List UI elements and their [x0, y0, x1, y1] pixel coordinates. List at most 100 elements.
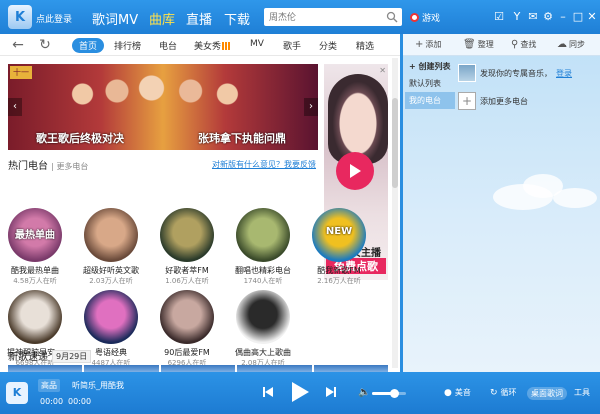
ad-close-icon[interactable]: ✕ [379, 66, 386, 75]
more-stations-link[interactable]: 更多电台 [56, 162, 88, 171]
station-item[interactable]: 偶曲高大上歌曲 2.08万人在听 [228, 290, 298, 368]
station-name: 酷我新歌FM [317, 266, 361, 275]
subtab-beauty-label: 美女秀 [194, 42, 222, 52]
station-item[interactable]: NEW 酷我新歌FM 2.16万人在听 [304, 208, 374, 286]
station-listeners: 4.58万人在听 [13, 277, 57, 285]
tools-button[interactable]: 工具 [574, 387, 590, 398]
add-station-row[interactable]: + 添加更多电台 [458, 92, 528, 110]
refresh-icon[interactable]: ↻ [37, 37, 53, 53]
create-list-button[interactable]: + 创建列表 [405, 58, 455, 75]
volume-slider[interactable] [372, 389, 406, 398]
library-subnav: ← ↻ 首页 排行榜 电台 美女秀 MV 歌手 分类 精选 [0, 34, 400, 56]
gear-icon[interactable]: ⚙ [541, 10, 555, 24]
list-item-my-radio[interactable]: 我的电台 [405, 92, 455, 109]
banner-caption-left: 歌王歌后终极对决 [36, 132, 124, 145]
feedback-link[interactable]: 对新版有什么意见？我要反馈 [212, 159, 316, 170]
volume-icon[interactable]: 🔈 [358, 387, 370, 398]
maximize-icon[interactable]: □ [571, 10, 585, 24]
station-cover [236, 290, 290, 344]
station-item[interactable]: 超级好听英文歌 2.03万人在听 [76, 208, 146, 286]
station-item[interactable]: 好歌者萃FM 1.06万人在听 [152, 208, 222, 286]
sync-button[interactable]: ☁ 同步 [557, 39, 585, 50]
ad-play-button[interactable] [336, 152, 374, 190]
new-songs-date: 9月29日 [52, 350, 92, 363]
station-item[interactable]: 最热单曲 酷我最热单曲 4.58万人在听 [0, 208, 70, 286]
playlist-toolbar: + 添加 🗑 整理 ⚲ 查找 ☁ 同步 [403, 34, 600, 56]
close-icon[interactable]: ✕ [585, 10, 599, 24]
station-cover [236, 208, 290, 262]
ad-portrait [328, 74, 388, 164]
quality-selector[interactable]: 高品 [38, 379, 60, 392]
station-cover [84, 208, 138, 262]
banner-next-icon[interactable]: › [304, 98, 318, 116]
tab-download[interactable]: 下载 [224, 9, 250, 28]
prev-button[interactable] [262, 386, 274, 401]
skin-shirt-icon[interactable]: ☑ [492, 10, 506, 24]
game-link[interactable]: 游戏 [410, 11, 440, 24]
search-icon[interactable] [386, 11, 398, 23]
play-button[interactable] [290, 381, 310, 406]
effect-dot-icon: ● [444, 387, 452, 398]
station-item[interactable]: 90后最爱FM 6296人在听 [152, 290, 222, 368]
game-label: 游戏 [422, 14, 441, 24]
tab-library[interactable]: 曲库 [149, 9, 175, 28]
tab-live[interactable]: 直播 [186, 9, 212, 28]
organize-label: 整理 [477, 40, 494, 49]
station-cover [160, 208, 214, 262]
login-link[interactable]: 登录 [556, 68, 572, 79]
list-item-default[interactable]: 默认列表 [405, 75, 455, 92]
station-cover [8, 290, 62, 344]
station-name: 偶曲高大上歌曲 [235, 348, 291, 357]
login-link[interactable]: 点此登录 [36, 12, 72, 25]
new-song-cover[interactable] [84, 365, 159, 372]
find-label: 查找 [520, 40, 537, 49]
subtab-singers[interactable]: 歌手 [283, 39, 301, 52]
subtab-radio[interactable]: 电台 [159, 39, 177, 52]
station-name: 酷我最热单曲 [11, 266, 59, 275]
playlist-list: + 创建列表 默认列表 我的电台 [405, 58, 455, 109]
game-icon [410, 13, 419, 22]
station-listeners: 1740人在听 [243, 277, 283, 285]
search-input[interactable] [264, 8, 402, 26]
subtab-categories[interactable]: 分类 [319, 39, 337, 52]
volume-knob[interactable] [390, 389, 400, 398]
subtab-featured[interactable]: 精选 [356, 39, 374, 52]
sync-label: 同步 [569, 40, 585, 49]
add-button[interactable]: + 添加 [415, 39, 441, 50]
station-cover-label: NEW [325, 226, 353, 237]
next-button[interactable] [325, 386, 337, 401]
subtab-charts[interactable]: 排行榜 [114, 39, 141, 52]
subtab-mv[interactable]: MV [250, 39, 264, 49]
new-song-cover[interactable] [160, 365, 236, 372]
organize-button[interactable]: 🗑 整理 [463, 39, 494, 50]
new-song-cover[interactable] [237, 365, 312, 372]
hot-stations-heading: 热门电台 | 更多电台 [8, 161, 89, 172]
new-song-cover[interactable] [313, 365, 389, 372]
time-total: 00:00 [68, 397, 92, 406]
banner-artwork [48, 70, 278, 130]
banner-prev-icon[interactable]: ‹ [8, 98, 22, 116]
promo-banner[interactable]: 十一 歌王歌后终极对决 张玮拿下执能问鼎 ‹ › [8, 64, 318, 150]
album-art-icon[interactable]: K [6, 382, 28, 404]
tab-lyrics-mv[interactable]: 歌词MV [92, 9, 138, 28]
live-bars-icon [222, 42, 231, 50]
subtab-beauty-show[interactable]: 美女秀 [194, 39, 231, 52]
scrollbar[interactable] [392, 58, 398, 368]
new-song-cover[interactable] [8, 365, 83, 372]
library-pane: ← ↻ 首页 排行榜 电台 美女秀 MV 歌手 分类 精选 十一 歌王歌后终极对… [0, 34, 400, 372]
mini-mode-icon[interactable]: Y [510, 10, 524, 24]
search-icon: ⚲ [511, 39, 519, 50]
station-name: 翻唱也精彩电台 [235, 266, 291, 275]
station-item[interactable]: 翻唱也精彩电台 1740人在听 [228, 208, 298, 286]
back-arrow-icon[interactable]: ← [10, 37, 26, 53]
sync-icon: ☁ [557, 39, 567, 50]
message-icon[interactable]: ✉ [526, 10, 540, 24]
scrollbar-thumb[interactable] [392, 98, 398, 188]
subtab-home[interactable]: 首页 [72, 38, 105, 53]
sound-effect-button[interactable]: ● 美音 [444, 387, 471, 398]
desktop-lyric-button[interactable]: 桌面歌词 [527, 387, 567, 400]
minimize-icon[interactable]: – [556, 10, 570, 24]
loop-button[interactable]: ↻ 循环 [490, 387, 517, 398]
time-elapsed: 00:00 [40, 397, 64, 406]
find-button[interactable]: ⚲ 查找 [511, 39, 536, 50]
